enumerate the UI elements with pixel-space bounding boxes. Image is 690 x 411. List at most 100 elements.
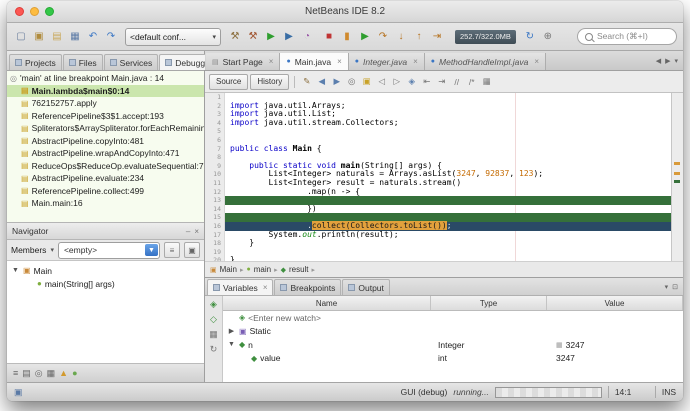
editor-tab-start-page[interactable]: ▤ Start Page ×	[206, 53, 281, 70]
files-window-icon[interactable]: ▤	[22, 368, 31, 379]
line-number[interactable]: 1	[205, 93, 225, 102]
last-edit-icon[interactable]: ✎	[300, 76, 313, 87]
step-into-icon[interactable]: ↓	[393, 29, 409, 45]
save-all-icon[interactable]: ▦	[67, 29, 83, 45]
line-number[interactable]: 2	[205, 101, 225, 111]
minimize-window-button[interactable]	[30, 7, 39, 16]
line-number[interactable]: 13	[205, 196, 225, 205]
comment-icon[interactable]: //	[450, 77, 463, 87]
callstack-item[interactable]: ▤ 762152757.apply	[7, 97, 204, 110]
close-tab-icon[interactable]: ×	[263, 283, 268, 292]
expander-icon[interactable]: ▼	[227, 341, 236, 348]
run-project-icon[interactable]: ▶	[263, 29, 279, 45]
step-out-icon[interactable]: ↑	[411, 29, 427, 45]
line-number[interactable]: 14	[205, 204, 225, 214]
panel-tab-files[interactable]: Files	[62, 54, 103, 70]
code-line[interactable]: System.out.println(result);	[225, 230, 671, 240]
line-number[interactable]: 5	[205, 127, 225, 136]
variable-type-cell[interactable]: Integer	[433, 340, 548, 350]
bottom-tab-variables[interactable]: Variables ×	[207, 279, 274, 295]
step-over-icon[interactable]: ↷	[375, 29, 391, 45]
continue-icon[interactable]: ▶	[357, 29, 373, 45]
macro-icon[interactable]: ▦	[480, 76, 493, 87]
variable-value-cell[interactable]: ▦ 3247	[548, 340, 683, 350]
build-project-icon[interactable]: ⚒	[227, 29, 243, 45]
back-icon[interactable]: ◀	[315, 76, 328, 87]
source-view-button[interactable]: Source	[209, 73, 249, 90]
breadcrumb-item[interactable]: main	[254, 265, 271, 274]
breadcrumb-item[interactable]: result	[289, 265, 309, 274]
tab-list-icon[interactable]: ▾	[674, 57, 678, 65]
navigator-filter-select[interactable]: <empty> ▼	[57, 241, 160, 259]
profile-project-icon[interactable]: ◔	[299, 29, 315, 45]
scroll-tabs-right-icon[interactable]: ▶	[665, 57, 670, 65]
line-number[interactable]: 6	[205, 135, 225, 145]
navigator-item[interactable]: ▼ ▣ Main	[7, 264, 204, 277]
line-number[interactable]: 11	[205, 178, 225, 188]
bottom-tab-output[interactable]: Output	[342, 279, 390, 295]
variable-type-cell[interactable]: int	[433, 353, 548, 363]
close-window-button[interactable]	[15, 7, 24, 16]
open-project-icon[interactable]: ▤	[49, 29, 65, 45]
breadcrumb-item[interactable]: Main	[220, 265, 237, 274]
close-panel-icon[interactable]: ×	[194, 227, 199, 236]
pause-icon[interactable]: ▮	[339, 29, 355, 45]
variable-value-cell[interactable]: 3247	[548, 353, 683, 363]
redo-icon[interactable]: ↷	[103, 29, 119, 45]
refresh-view-icon[interactable]: ↻	[210, 344, 218, 355]
zoom-window-button[interactable]	[45, 7, 54, 16]
line-number[interactable]: 15	[205, 213, 225, 222]
close-tab-icon[interactable]: ×	[337, 57, 342, 66]
callstack-item[interactable]: ▤ ReferencePipeline.collect:499	[7, 185, 204, 198]
panel-tab-projects[interactable]: Projects	[9, 54, 62, 70]
column-header-name[interactable]: Name	[223, 296, 431, 310]
expander-icon[interactable]: ▶	[227, 327, 236, 335]
close-tab-icon[interactable]: ×	[534, 57, 539, 66]
line-number[interactable]: 7	[205, 144, 225, 154]
callstack-item[interactable]: ▤ Spliterators$ArraySpliterator.forEachRe…	[7, 122, 204, 135]
new-file-icon[interactable]: ▢	[13, 29, 29, 45]
line-number[interactable]: 4	[205, 118, 225, 128]
code-line[interactable]	[225, 127, 671, 136]
callstack-item[interactable]: ▤ ReduceOps$ReduceOp.evaluateSequential:7…	[7, 160, 204, 173]
callstack-item[interactable]: ▤ ReferencePipeline$3$1.accept:193	[7, 110, 204, 123]
shift-right-icon[interactable]: ⇥	[435, 76, 448, 87]
code-area[interactable]: 1 2 import java.util.Arrays; 3 import java.u…	[205, 93, 671, 261]
finish-debugger-icon[interactable]: ■	[321, 29, 337, 45]
forward-icon[interactable]: ▶	[330, 76, 343, 87]
code-line[interactable]: .map(n -> {	[225, 187, 671, 197]
tasks-window-icon[interactable]: ▦	[47, 368, 56, 379]
memory-indicator[interactable]: 252.7/322.0MB	[455, 29, 516, 44]
output-window-icon[interactable]: ≡	[13, 368, 18, 378]
apply-code-changes-icon[interactable]: ↻	[522, 29, 538, 45]
sort-members-button[interactable]: ≡	[164, 242, 180, 258]
undo-icon[interactable]: ↶	[85, 29, 101, 45]
editor-tab-main-java[interactable]: ● Main.java ×	[280, 53, 349, 70]
value-history-icon[interactable]: ▦	[556, 341, 563, 349]
minimize-panel-icon[interactable]: ▾	[665, 283, 669, 291]
panel-tab-services[interactable]: Services	[103, 54, 159, 70]
filter-members-button[interactable]: ▣	[184, 242, 200, 258]
variable-name-cell[interactable]: ◆ value	[223, 353, 433, 363]
toggle-highlight-icon[interactable]: ▣	[360, 76, 373, 87]
close-tab-icon[interactable]: ×	[269, 57, 274, 66]
new-project-icon[interactable]: ▣	[31, 29, 47, 45]
variable-name-cell[interactable]: ▼ ◆ n	[223, 340, 433, 350]
expander-icon[interactable]: ▼	[11, 267, 20, 274]
callstack-item[interactable]: ▤ AbstractPipeline.evaluate:234	[7, 172, 204, 185]
callstack-item[interactable]: ▤ Main.lambda$main$0:14	[7, 84, 204, 97]
show-watches-icon[interactable]: ◈	[210, 299, 217, 310]
debug-project-icon[interactable]: ▶	[281, 29, 297, 45]
callstack-item[interactable]: ▤ AbstractPipeline.wrapAndCopyInto:471	[7, 147, 204, 160]
line-number[interactable]: 10	[205, 170, 225, 179]
line-number[interactable]: 12	[205, 187, 225, 197]
table-columns-icon[interactable]: ▦	[209, 329, 218, 340]
code-line[interactable]	[225, 248, 671, 257]
combo-arrow-icon[interactable]: ▼	[145, 244, 158, 256]
minimize-panel-icon[interactable]: –	[186, 227, 190, 236]
editor-tab-methodhandleimpl-java[interactable]: ● MethodHandleImpl.java ×	[424, 53, 546, 70]
code-line[interactable]: }	[225, 238, 671, 248]
search-results-icon[interactable]: ◎	[35, 368, 43, 379]
code-line[interactable]: })	[225, 204, 671, 214]
variables-row[interactable]: ▶ ▣ Static	[223, 325, 683, 339]
